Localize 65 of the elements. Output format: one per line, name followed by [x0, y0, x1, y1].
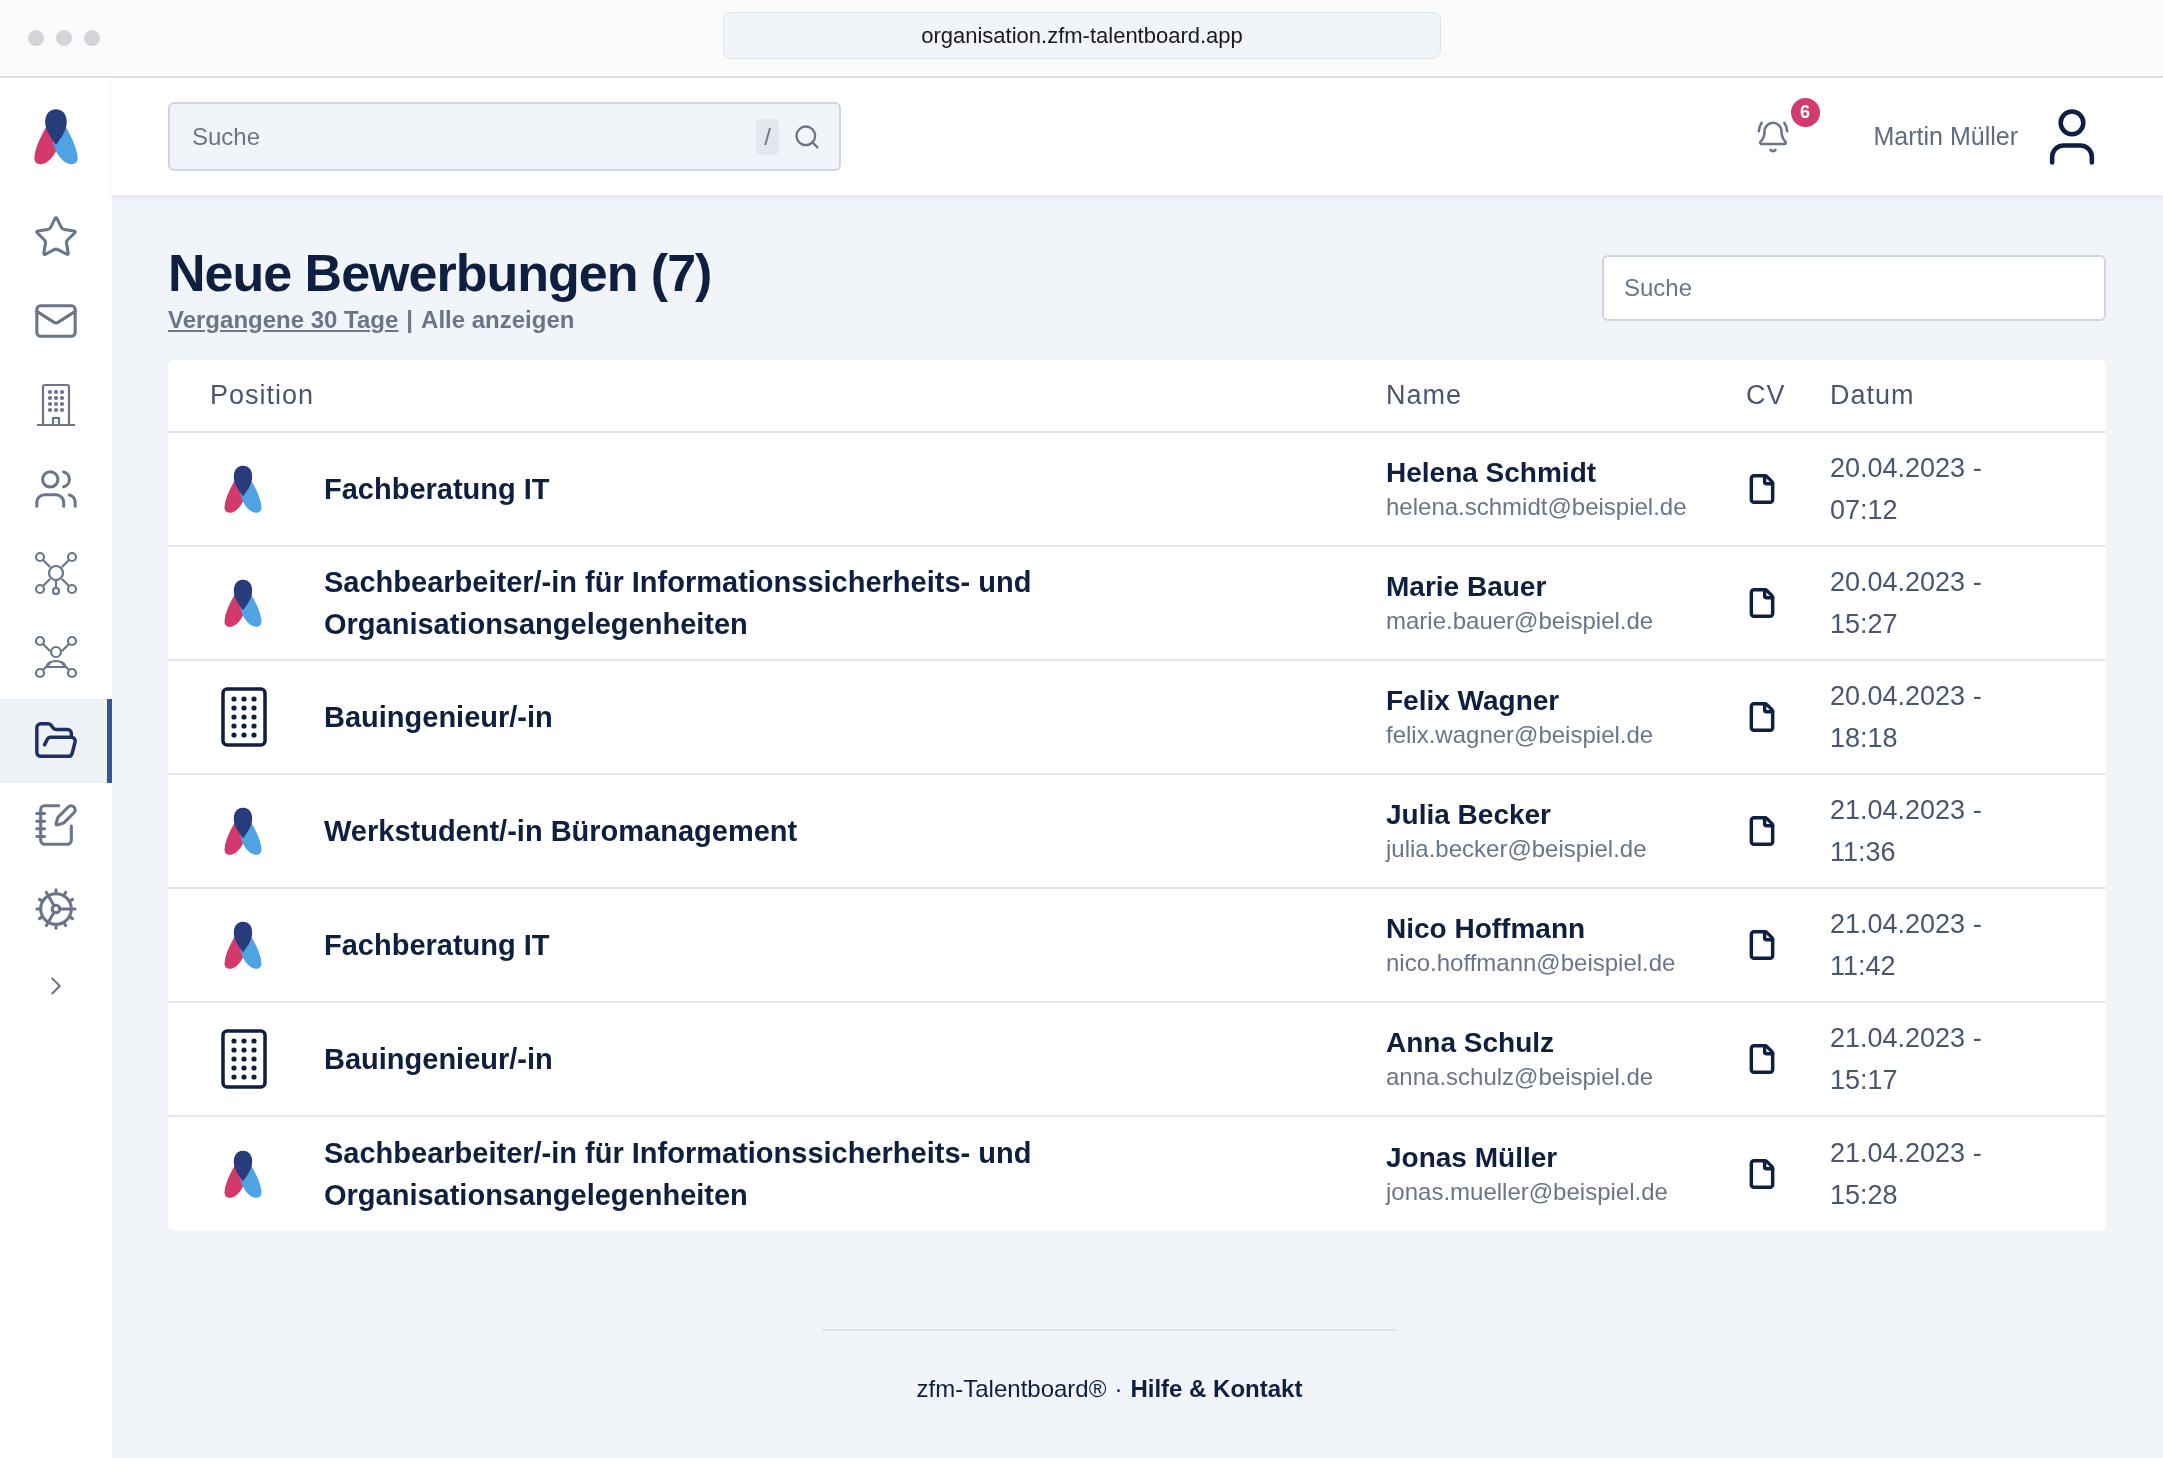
application-time: 15:27	[1830, 608, 1899, 642]
page-title: Neue Bewerbungen (7)	[168, 245, 712, 303]
application-date: 20.04.2023 -	[1830, 452, 1982, 486]
building-icon	[220, 686, 268, 749]
position-title[interactable]: Fachberatung IT	[324, 924, 550, 967]
applicant-name[interactable]: Felix Wagner	[1386, 685, 1654, 718]
search-icon[interactable]	[793, 122, 821, 151]
column-header: Position	[210, 380, 315, 412]
help-contact-link[interactable]: Hilfe & Kontakt	[1130, 1375, 1303, 1403]
position-title[interactable]: Bauingenieur/-in	[324, 696, 553, 739]
applicant-email: julia.becker@beispiel.de	[1386, 835, 1647, 864]
applicant-name[interactable]: Nico Hoffmann	[1386, 913, 1676, 946]
separator: |	[406, 306, 414, 335]
applicant-name[interactable]: Helena Schmidt	[1386, 457, 1687, 490]
application-date: 21.04.2023 -	[1830, 908, 1982, 942]
filter-link[interactable]: Alle anzeigen	[421, 306, 575, 335]
position-title[interactable]: Werkstudent/-in Büromanagement	[324, 810, 798, 853]
applicant-name[interactable]: Julia Becker	[1386, 799, 1647, 832]
application-time: 15:17	[1830, 1064, 1899, 1098]
applicant-email: anna.schulz@beispiel.de	[1386, 1063, 1654, 1092]
applicant-email: felix.wagner@beispiel.de	[1386, 721, 1654, 750]
footer-brand: zfm-Talentboard®	[916, 1375, 1107, 1403]
notification-badge: 6	[1790, 97, 1820, 127]
application-time: 15:28	[1830, 1179, 1899, 1213]
window-dot[interactable]	[84, 30, 100, 46]
application-time: 11:36	[1830, 836, 1897, 870]
building-icon[interactable]	[36, 382, 76, 428]
column-header: Datum	[1830, 380, 1915, 412]
applicant-name[interactable]: Marie Bauer	[1386, 571, 1654, 604]
application-date: 20.04.2023 -	[1830, 566, 1982, 600]
application-date: 21.04.2023 -	[1830, 1137, 1982, 1171]
user-name[interactable]: Martin Müller	[1873, 122, 2018, 151]
position-title[interactable]: Sachbearbeiter/-in für Informationssicherheits- und Organisationsangelegenheiten	[324, 1132, 1084, 1217]
position-title[interactable]: Sachbearbeiter/-in für Informationssicherheits- und Organisationsangelegenheiten	[324, 561, 1084, 646]
column-header: CV	[1746, 380, 1786, 412]
window-dot[interactable]	[56, 30, 72, 46]
applicant-name[interactable]: Anna Schulz	[1386, 1027, 1654, 1060]
shortcut-key: /	[756, 118, 779, 155]
application-date: 21.04.2023 -	[1830, 1022, 1982, 1056]
application-time: 11:42	[1830, 950, 1897, 984]
search-field[interactable]: Suche /	[168, 102, 841, 171]
applicant-email: helena.schmidt@beispiel.de	[1386, 493, 1687, 522]
filter-link[interactable]: Vergangene 30 Tage	[168, 306, 399, 335]
column-header: Name	[1386, 380, 1463, 412]
footer-separator: ·	[1114, 1375, 1123, 1403]
notebook-icon[interactable]	[33, 802, 79, 848]
settings-icon[interactable]	[33, 886, 79, 932]
position-title[interactable]: Fachberatung IT	[324, 468, 550, 511]
applicant-email: jonas.mueller@beispiel.de	[1386, 1178, 1668, 1207]
people-network-icon[interactable]	[34, 635, 78, 679]
address-bar[interactable]: organisation.zfm-talentboard.app	[723, 12, 1441, 59]
sidebar-item[interactable]	[0, 699, 112, 783]
position-title[interactable]: Bauingenieur/-in	[324, 1038, 553, 1081]
applicant-email: nico.hoffmann@beispiel.de	[1386, 949, 1676, 978]
building-icon	[220, 1028, 268, 1091]
applicant-name[interactable]: Jonas Müller	[1386, 1142, 1668, 1175]
application-date: 20.04.2023 -	[1830, 680, 1982, 714]
application-time: 07:12	[1830, 494, 1899, 528]
application-date: 21.04.2023 -	[1830, 794, 1982, 828]
window-dot[interactable]	[28, 30, 44, 46]
search-input[interactable]: Suche	[190, 121, 743, 152]
search-field[interactable]: Suche	[1602, 255, 2106, 321]
network-icon[interactable]	[34, 551, 78, 595]
applicant-email: marie.bauer@beispiel.de	[1386, 607, 1654, 636]
application-time: 18:18	[1830, 722, 1899, 756]
